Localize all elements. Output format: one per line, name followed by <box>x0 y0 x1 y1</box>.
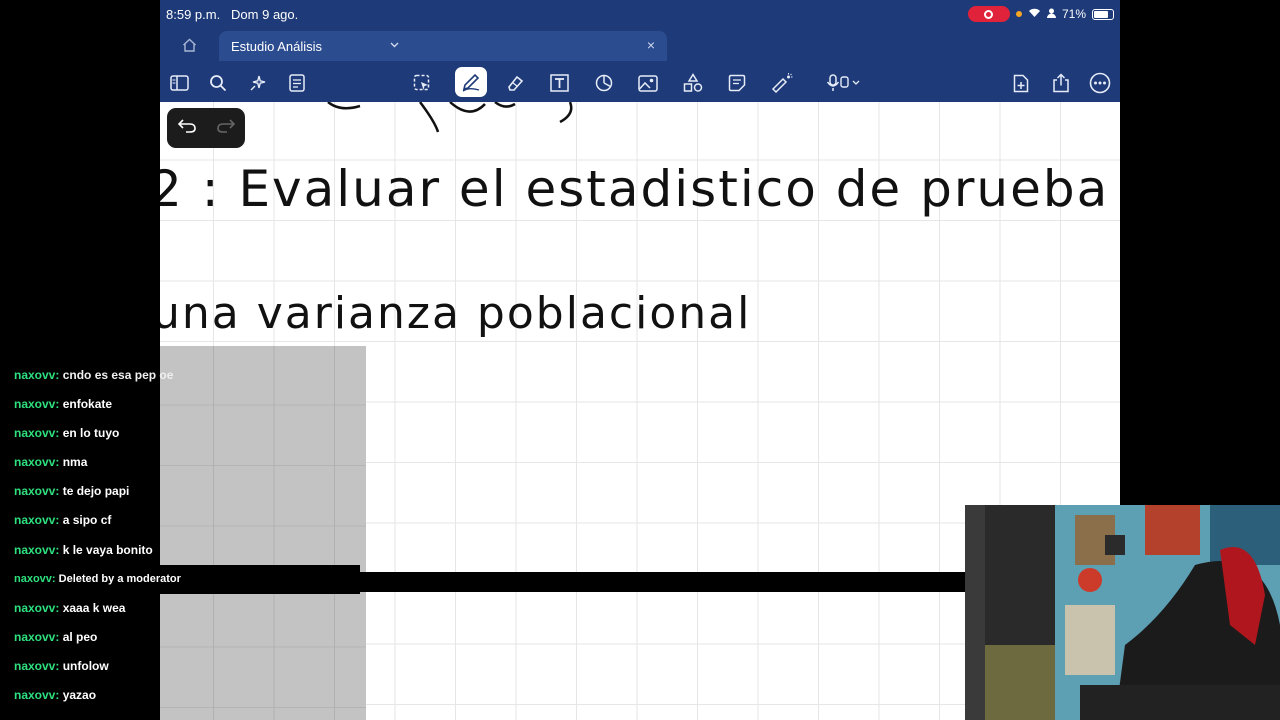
battery-icon <box>1092 8 1114 20</box>
chat-text: al peo <box>62 629 98 644</box>
shapes-icon[interactable] <box>590 69 618 97</box>
mic-icon[interactable] <box>824 69 864 97</box>
chat-username: naxovv: <box>14 688 60 703</box>
lasso-icon[interactable] <box>408 69 436 97</box>
chat-overlay: naxovv: cndo es esa pep oe naxovv: enfoka… <box>0 361 360 710</box>
sparkle-icon[interactable] <box>244 69 272 97</box>
mic-in-use-icon <box>1015 11 1022 17</box>
status-right: 71% <box>967 6 1114 22</box>
add-page-icon[interactable] <box>1007 69 1035 97</box>
wifi-icon <box>1028 7 1041 21</box>
chat-username: naxovv: <box>14 658 60 673</box>
share-icon[interactable] <box>1047 69 1075 97</box>
chat-username: naxovv: <box>14 542 60 557</box>
chat-message: naxovv: nma <box>0 448 360 477</box>
home-icon[interactable] <box>182 38 197 56</box>
chat-message: naxovv: unfolow <box>0 652 360 681</box>
chat-message: naxovv: enfokate <box>0 390 360 419</box>
chat-text: xaaa k wea <box>62 600 126 615</box>
person-icon <box>1046 7 1056 21</box>
battery-percent: 71% <box>1061 7 1086 21</box>
chat-message: naxovv: yazao <box>0 681 360 710</box>
chat-text: yazao <box>62 688 97 703</box>
search-icon[interactable] <box>204 69 232 97</box>
chat-message: naxovv: Deleted by a moderator <box>0 564 360 594</box>
list-icon[interactable] <box>283 69 311 97</box>
partial-handwriting-top <box>327 102 573 133</box>
webcam-overlay <box>965 505 1280 720</box>
undo-redo-pill <box>167 108 245 148</box>
chat-text: cndo es esa pep oe <box>62 368 174 382</box>
chat-text: k le vaya bonito <box>62 542 153 557</box>
toolbar <box>160 64 1120 102</box>
chat-username: naxovv: <box>14 600 60 615</box>
chat-text: a sipo cf <box>62 513 112 528</box>
chat-username: naxovv: <box>14 484 60 499</box>
undo-icon[interactable] <box>177 118 196 138</box>
elements-icon[interactable] <box>679 69 707 97</box>
sticky-note-icon[interactable] <box>723 69 751 97</box>
close-tab-icon[interactable]: × <box>647 37 655 53</box>
pen-icon[interactable] <box>455 67 487 97</box>
chat-username: naxovv: <box>14 513 60 528</box>
webcam-image <box>965 505 1280 720</box>
chat-text: enfokate <box>62 397 113 412</box>
chat-text: en lo tuyo <box>62 426 120 441</box>
chat-message: naxovv: a sipo cf <box>0 506 360 535</box>
status-bar: 8:59 p.m. Dom 9 ago. 71% <box>160 0 1120 30</box>
chevron-down-icon[interactable] <box>390 40 399 50</box>
chat-text: nma <box>62 455 88 470</box>
chat-message: naxovv: en lo tuyo <box>0 419 360 448</box>
handwritten-line-1: 2 : Evaluar el estadistico de prueba . <box>160 160 1120 218</box>
text-icon[interactable] <box>545 69 573 97</box>
recording-indicator-icon <box>967 6 1010 22</box>
tab-row: Estudio Análisis × <box>160 31 1120 61</box>
chat-username: naxovv: <box>14 629 60 644</box>
chat-message: naxovv: cndo es esa pep oe <box>0 361 360 390</box>
status-time: 8:59 p.m. Dom 9 ago. <box>166 7 299 22</box>
more-icon[interactable] <box>1086 69 1114 97</box>
eraser-icon[interactable] <box>501 69 529 97</box>
chat-username: naxovv: <box>14 572 56 585</box>
chat-message: naxovv: k le vaya bonito <box>0 536 360 565</box>
chat-text: unfolow <box>62 658 109 673</box>
chat-username: naxovv: <box>14 368 60 382</box>
image-icon[interactable] <box>634 69 662 97</box>
handwritten-line-2: una varianza poblacional <box>160 288 752 339</box>
sidebar-icon[interactable] <box>165 69 193 97</box>
chat-text: te dejo papi <box>62 484 130 499</box>
chat-message: naxovv: te dejo papi <box>0 477 360 506</box>
chat-message: naxovv: xaaa k wea <box>0 594 360 623</box>
chat-message: naxovv: al peo <box>0 623 360 652</box>
tab-title: Estudio Análisis <box>231 39 323 54</box>
app-top-bar: 8:59 p.m. Dom 9 ago. 71% Estudio Análisi… <box>160 0 1120 102</box>
tab-estudio-analisis[interactable]: Estudio Análisis × <box>219 31 667 61</box>
chat-text: Deleted by a moderator <box>58 572 181 585</box>
laser-icon[interactable] <box>768 69 796 97</box>
chat-username: naxovv: <box>14 397 60 412</box>
chat-username: naxovv: <box>14 455 60 470</box>
redo-icon[interactable] <box>216 118 235 138</box>
chat-username: naxovv: <box>14 426 60 441</box>
